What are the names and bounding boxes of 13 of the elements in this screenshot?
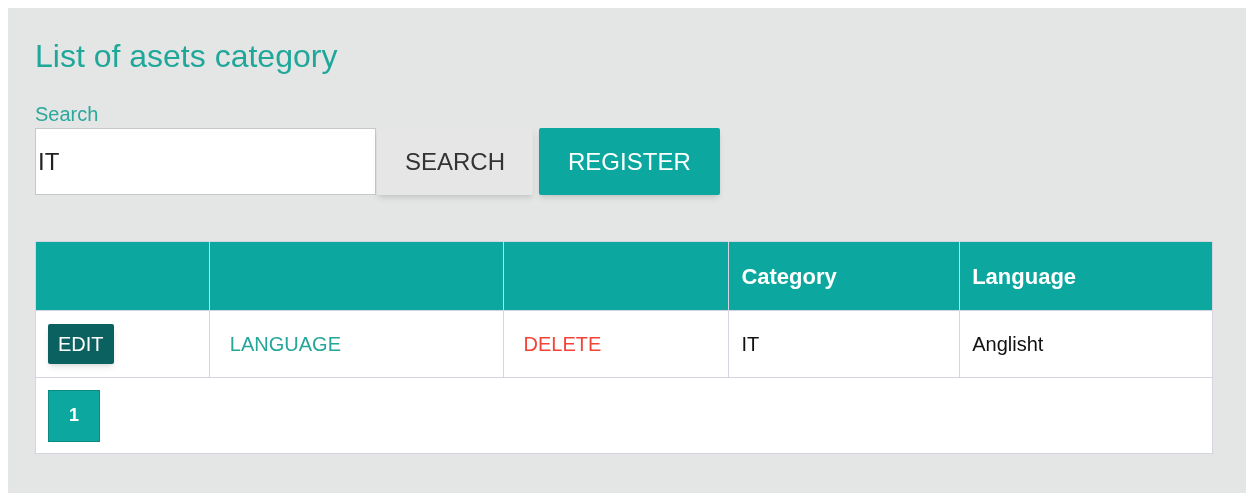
table-cell: IT [741,333,760,355]
edit-button[interactable]: EDIT [48,324,114,364]
page-title: List of asets category [35,37,338,76]
register-button[interactable]: REGISTER [539,128,720,195]
delete-link[interactable]: DELETE [515,333,610,355]
table-cell: Anglisht [972,333,1044,355]
search-field[interactable]: IT [35,128,376,195]
language-link[interactable]: LANGUAGE [221,333,349,355]
page-button[interactable]: 1 [48,389,100,442]
column-header: Language [972,263,1077,289]
search-label: Search [35,102,99,126]
search-button[interactable]: SEARCH [377,128,534,195]
column-header: Category [741,263,837,289]
